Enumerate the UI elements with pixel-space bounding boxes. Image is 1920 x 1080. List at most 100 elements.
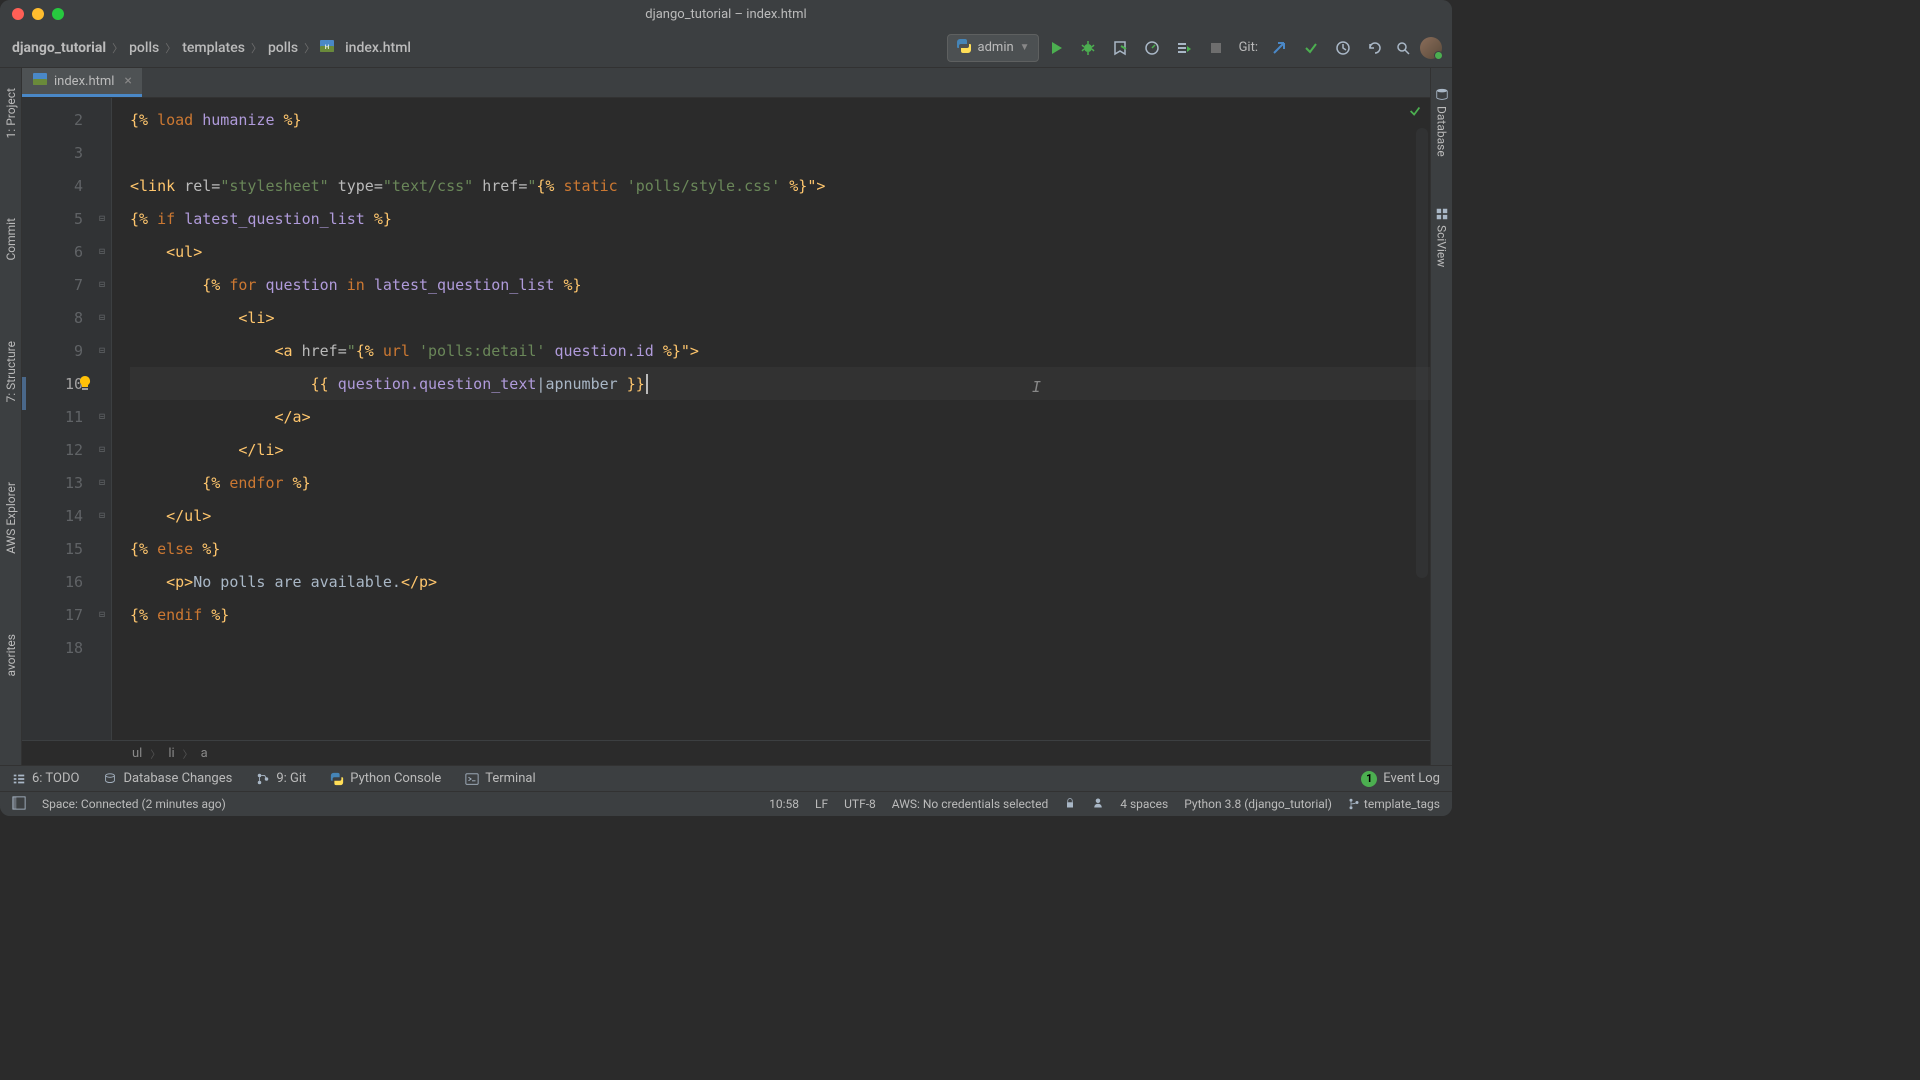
rollback-button[interactable] (1364, 37, 1386, 59)
run-config-selector[interactable]: admin ▼ (947, 34, 1039, 62)
sciview-tool-tab[interactable]: SciView (1435, 207, 1449, 267)
aws-explorer-tool-tab[interactable]: AWS Explorer (4, 482, 18, 554)
git-label: Git: (1239, 40, 1258, 55)
fold-marker-icon[interactable]: ⊟ (99, 345, 105, 356)
db-changes-button[interactable]: Database Changes (103, 771, 232, 786)
debug-button[interactable] (1077, 37, 1099, 59)
intention-bulb-icon[interactable] (77, 375, 95, 393)
code-content[interactable]: {% load humanize %} <link rel="styleshee… (112, 98, 1430, 740)
inspection-ok-icon[interactable] (1408, 104, 1422, 118)
line-number[interactable]: 4 (22, 169, 111, 202)
editor-scrollbar[interactable] (1416, 128, 1428, 578)
line-number[interactable]: 6⊟ (22, 235, 111, 268)
editor-tab-index-html[interactable]: index.html × (22, 68, 142, 97)
line-number[interactable]: 2 (22, 103, 111, 136)
tab-label: index.html (54, 74, 114, 89)
tool-windows-toggle-icon[interactable] (12, 796, 26, 813)
chevron-down-icon: ▼ (1020, 42, 1030, 53)
commit-button[interactable] (1300, 37, 1322, 59)
event-log-button[interactable]: 1 Event Log (1361, 771, 1440, 787)
python-console-button[interactable]: Python Console (330, 771, 441, 786)
breadcrumb-item[interactable]: templates (180, 38, 247, 58)
indent-status[interactable]: 4 spaces (1120, 797, 1168, 811)
line-number[interactable]: 3 (22, 136, 111, 169)
project-tool-tab[interactable]: 1: Project (4, 88, 18, 138)
aws-status[interactable]: AWS: No credentials selected (892, 797, 1048, 811)
chevron-right-icon: 〉 (183, 746, 193, 761)
line-number[interactable]: 17⊟ (22, 598, 111, 631)
line-number[interactable]: 5⊟ (22, 202, 111, 235)
line-number[interactable]: 8⊟ (22, 301, 111, 334)
chevron-right-icon: 〉 (150, 746, 160, 761)
editor-breadcrumb: ul 〉 li 〉 a (22, 740, 1430, 765)
run-button[interactable] (1045, 37, 1067, 59)
status-bar: Space: Connected (2 minutes ago) 10:58 L… (0, 791, 1452, 816)
fold-end-icon[interactable]: ⊟ (99, 609, 105, 620)
line-number[interactable]: 12⊟ (22, 433, 111, 466)
line-number[interactable]: 10 (22, 367, 111, 400)
database-tool-tab[interactable]: Database (1435, 88, 1449, 157)
fold-end-icon[interactable]: ⊟ (99, 477, 105, 488)
terminal-button[interactable]: Terminal (465, 771, 535, 786)
event-count-badge: 1 (1361, 771, 1377, 787)
line-number[interactable]: 7⊟ (22, 268, 111, 301)
titlebar: django_tutorial – index.html (0, 0, 1452, 28)
fold-marker-icon[interactable]: ⊟ (99, 246, 105, 257)
svg-text:H: H (325, 44, 329, 51)
breadcrumb-node[interactable]: ul (132, 746, 142, 761)
fold-marker-icon[interactable]: ⊟ (99, 279, 105, 290)
ide-window: django_tutorial – index.html django_tuto… (0, 0, 1452, 816)
update-project-button[interactable] (1268, 37, 1290, 59)
bottom-tool-bar: 6: TODO Database Changes 9: Git Python C… (0, 765, 1452, 791)
html-file-icon (32, 71, 48, 91)
history-button[interactable] (1332, 37, 1354, 59)
fold-end-icon[interactable]: ⊟ (99, 444, 105, 455)
line-number[interactable]: 16 (22, 565, 111, 598)
commit-tool-tab[interactable]: Commit (4, 218, 18, 261)
fold-marker-icon[interactable]: ⊟ (99, 312, 105, 323)
profile-button[interactable] (1141, 37, 1163, 59)
breadcrumbs: django_tutorial 〉 polls 〉 templates 〉 po… (10, 38, 413, 58)
editor-area: index.html × 2 3 4 5⊟ 6⊟ 7⊟ 8⊟ 9⊟ 10 (22, 68, 1430, 765)
line-separator-status[interactable]: LF (815, 797, 828, 811)
git-branch-status[interactable]: template_tags (1348, 797, 1440, 811)
line-number[interactable]: 9⊟ (22, 334, 111, 367)
coverage-button[interactable] (1109, 37, 1131, 59)
breadcrumb-node[interactable]: a (201, 746, 208, 761)
breadcrumb-project[interactable]: django_tutorial (10, 38, 108, 58)
todo-tool-button[interactable]: 6: TODO (12, 771, 79, 786)
stop-button[interactable] (1205, 37, 1227, 59)
mouse-text-cursor-icon: I (1032, 378, 1041, 396)
inspector-icon[interactable] (1092, 797, 1104, 812)
fold-marker-icon[interactable]: ⊟ (99, 213, 105, 224)
breadcrumb-file[interactable]: index.html (343, 38, 413, 58)
line-number[interactable]: 13⊟ (22, 466, 111, 499)
run-toolbar (1045, 37, 1227, 59)
user-avatar[interactable] (1420, 37, 1442, 59)
python-icon (956, 38, 972, 58)
close-tab-button[interactable]: × (124, 73, 131, 89)
text-caret (646, 374, 648, 394)
line-number[interactable]: 15 (22, 532, 111, 565)
structure-tool-tab[interactable]: 7: Structure (4, 341, 18, 403)
breadcrumb-item[interactable]: polls (127, 38, 161, 58)
breadcrumb-node[interactable]: li (168, 746, 174, 761)
search-everywhere-button[interactable] (1392, 37, 1414, 59)
more-run-button[interactable] (1173, 37, 1195, 59)
breadcrumb-item[interactable]: polls (266, 38, 300, 58)
interpreter-status[interactable]: Python 3.8 (django_tutorial) (1184, 797, 1332, 811)
vcs-toolbar: Git: (1233, 37, 1386, 59)
clock-status[interactable]: 10:58 (769, 797, 799, 811)
fold-end-icon[interactable]: ⊟ (99, 510, 105, 521)
encoding-status[interactable]: UTF-8 (844, 797, 876, 811)
lock-icon[interactable] (1064, 797, 1076, 812)
code-editor[interactable]: 2 3 4 5⊟ 6⊟ 7⊟ 8⊟ 9⊟ 10 11⊟ 12⊟ 13⊟ (22, 98, 1430, 740)
line-number[interactable]: 14⊟ (22, 499, 111, 532)
git-tool-button[interactable]: 9: Git (256, 771, 306, 786)
window-title: django_tutorial – index.html (0, 7, 1452, 22)
line-number[interactable]: 18 (22, 631, 111, 664)
fold-end-icon[interactable]: ⊟ (99, 411, 105, 422)
line-number[interactable]: 11⊟ (22, 400, 111, 433)
space-status[interactable]: Space: Connected (2 minutes ago) (42, 797, 226, 811)
favorites-tool-tab[interactable]: avorites (4, 634, 18, 676)
